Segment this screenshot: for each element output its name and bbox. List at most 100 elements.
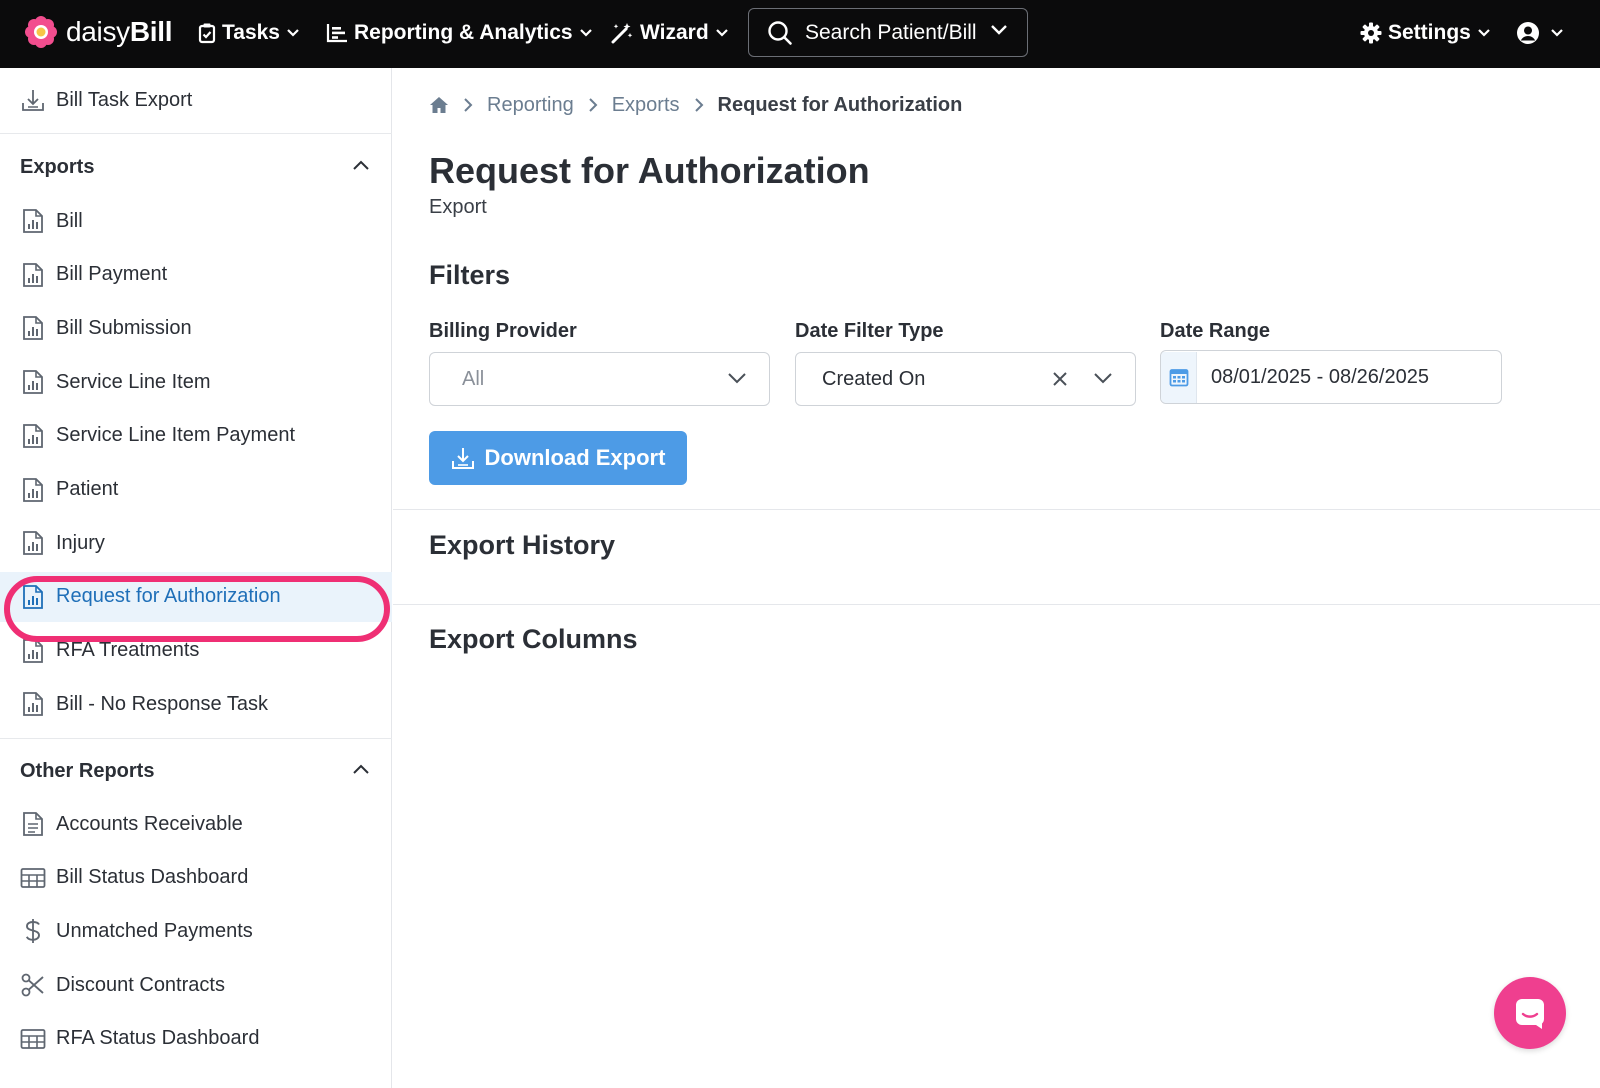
clipboard-check-icon [198, 23, 216, 44]
billing-provider-label: Billing Provider [429, 320, 577, 342]
chat-icon [1516, 999, 1544, 1029]
nav-settings-label: Settings [1388, 21, 1471, 44]
date-range-label: Date Range [1160, 320, 1271, 342]
sidebar-item-bill-status-dashboard[interactable]: Bill Status Dashboard [0, 853, 392, 903]
date-range-input[interactable]: 08/01/2025 - 08/26/2025 [1160, 350, 1502, 404]
sidebar-item-request-for-authorization[interactable]: Request for Authorization [0, 571, 392, 622]
sidebar-item-bill-task-export[interactable]: Bill Task Export [0, 75, 392, 125]
billing-provider-value: All [462, 367, 485, 390]
dollar-icon [20, 918, 46, 944]
page-title: Request for Authorization [429, 150, 870, 191]
nav-wizard-label: Wizard [640, 21, 709, 44]
report-file-icon [20, 691, 46, 717]
chevron-down-icon [579, 29, 592, 37]
document-icon [20, 811, 46, 837]
chevron-right-icon [463, 97, 473, 113]
sidebar-item-injury[interactable]: Injury [0, 518, 392, 568]
download-icon [451, 448, 474, 469]
sidebar-item-label: Patient [56, 478, 119, 500]
top-navbar: daisyBill Tasks Reporting & Analytics Wi… [0, 0, 1600, 68]
report-file-icon [20, 315, 46, 341]
calendar-icon [1161, 351, 1197, 403]
report-file-icon [20, 477, 46, 503]
sidebar-section-exports[interactable]: Exports [0, 147, 392, 187]
home-icon[interactable] [429, 96, 449, 114]
report-file-icon [20, 530, 46, 556]
brand-name: daisyBill [66, 16, 173, 47]
breadcrumb-reporting[interactable]: Reporting [487, 94, 574, 117]
report-file-icon [20, 369, 46, 395]
clear-x-icon[interactable] [1051, 370, 1069, 388]
brand[interactable]: daisyBill [24, 14, 173, 50]
sidebar-item-label: RFA Status Dashboard [56, 1027, 260, 1050]
sidebar-item-label: Injury [56, 531, 105, 554]
sidebar-item-patient[interactable]: Patient [0, 465, 392, 515]
section-divider [393, 604, 1600, 605]
chevron-right-icon [588, 97, 598, 113]
daisy-logo-icon [25, 16, 57, 48]
nav-tasks-label: Tasks [222, 21, 280, 44]
sidebar-item-label: Bill Submission [56, 316, 192, 339]
magic-wand-icon [611, 23, 633, 44]
chevron-down-icon [287, 29, 299, 37]
sidebar-item-label: Discount Contracts [56, 973, 225, 996]
breadcrumb-exports[interactable]: Exports [612, 94, 680, 117]
sidebar-section-title: Other Reports [20, 759, 155, 782]
nav-user-menu[interactable] [1516, 18, 1564, 48]
sidebar-item-label: Service Line Item Payment [56, 424, 295, 447]
sidebar-item-bill-no-response-task[interactable]: Bill - No Response Task [0, 679, 392, 729]
date-filter-type-select[interactable]: Created On [795, 352, 1136, 406]
nav-tasks[interactable]: Tasks [198, 18, 300, 48]
user-avatar-icon [1517, 22, 1539, 44]
export-columns-title[interactable]: Export Columns [429, 624, 638, 655]
nav-reporting-label: Reporting & Analytics [354, 21, 573, 44]
sidebar-item-service-line-item-payment[interactable]: Service Line Item Payment [0, 411, 392, 461]
sidebar: Bill Task Export Exports Bill Bill Paymen… [0, 68, 392, 1088]
download-icon [20, 87, 46, 113]
sidebar-item-label: Service Line Item [56, 370, 211, 393]
report-file-icon [20, 208, 46, 234]
sidebar-item-bill-payment[interactable]: Bill Payment [0, 250, 392, 300]
sidebar-item-rfa-status-dashboard[interactable]: RFA Status Dashboard [0, 1014, 392, 1064]
sidebar-item-label: Bill - No Response Task [56, 692, 268, 715]
sidebar-item-accounts-receivable[interactable]: Accounts Receivable [0, 799, 392, 849]
chevron-down-icon[interactable] [989, 23, 1009, 37]
sidebar-section-other-reports[interactable]: Other Reports [0, 751, 392, 791]
sidebar-item-label: Bill Payment [56, 263, 168, 286]
sidebar-item-bill-submission[interactable]: Bill Submission [0, 303, 392, 353]
sidebar-item-bill[interactable]: Bill [0, 196, 392, 246]
sidebar-item-unmatched-payments[interactable]: Unmatched Payments [0, 906, 392, 956]
chevron-down-icon [728, 373, 746, 384]
sidebar-divider [0, 738, 392, 739]
search-placeholder: Search Patient/Bill [805, 20, 977, 44]
sidebar-item-discount-contracts[interactable]: Discount Contracts [0, 960, 392, 1010]
gear-icon [1360, 22, 1382, 44]
sidebar-item-label: RFA Treatments [56, 639, 200, 662]
chevron-up-icon[interactable] [352, 761, 370, 779]
sidebar-item-rfa-treatments[interactable]: RFA Treatments [0, 626, 392, 676]
chevron-right-icon [694, 97, 704, 113]
sidebar-item-label: Unmatched Payments [56, 919, 253, 942]
sidebar-divider [0, 133, 392, 134]
sidebar-item-label: Bill Status Dashboard [56, 866, 249, 889]
search-patient-bill-input[interactable]: Search Patient/Bill [748, 8, 1028, 57]
report-file-icon [20, 584, 46, 610]
date-filter-type-label: Date Filter Type [795, 320, 944, 342]
nav-wizard[interactable]: Wizard [610, 18, 729, 48]
nav-settings[interactable]: Settings [1360, 18, 1491, 48]
chat-launcher-button[interactable] [1494, 977, 1566, 1049]
billing-provider-select[interactable]: All [429, 352, 770, 406]
date-filter-type-value: Created On [822, 367, 926, 390]
table-icon [20, 1026, 46, 1052]
nav-reporting[interactable]: Reporting & Analytics [326, 18, 593, 48]
sidebar-item-label: Bill [56, 209, 83, 232]
chevron-up-icon[interactable] [352, 157, 370, 175]
export-history-title[interactable]: Export History [429, 530, 615, 561]
section-divider [393, 509, 1600, 510]
download-export-label: Download Export [484, 445, 666, 470]
sidebar-item-service-line-item[interactable]: Service Line Item [0, 357, 392, 407]
main-content: Reporting Exports Request for Authorizat… [393, 68, 1600, 1088]
sidebar-item-label: Bill Task Export [56, 88, 193, 111]
download-export-button[interactable]: Download Export [429, 431, 687, 485]
report-file-icon [20, 262, 46, 288]
